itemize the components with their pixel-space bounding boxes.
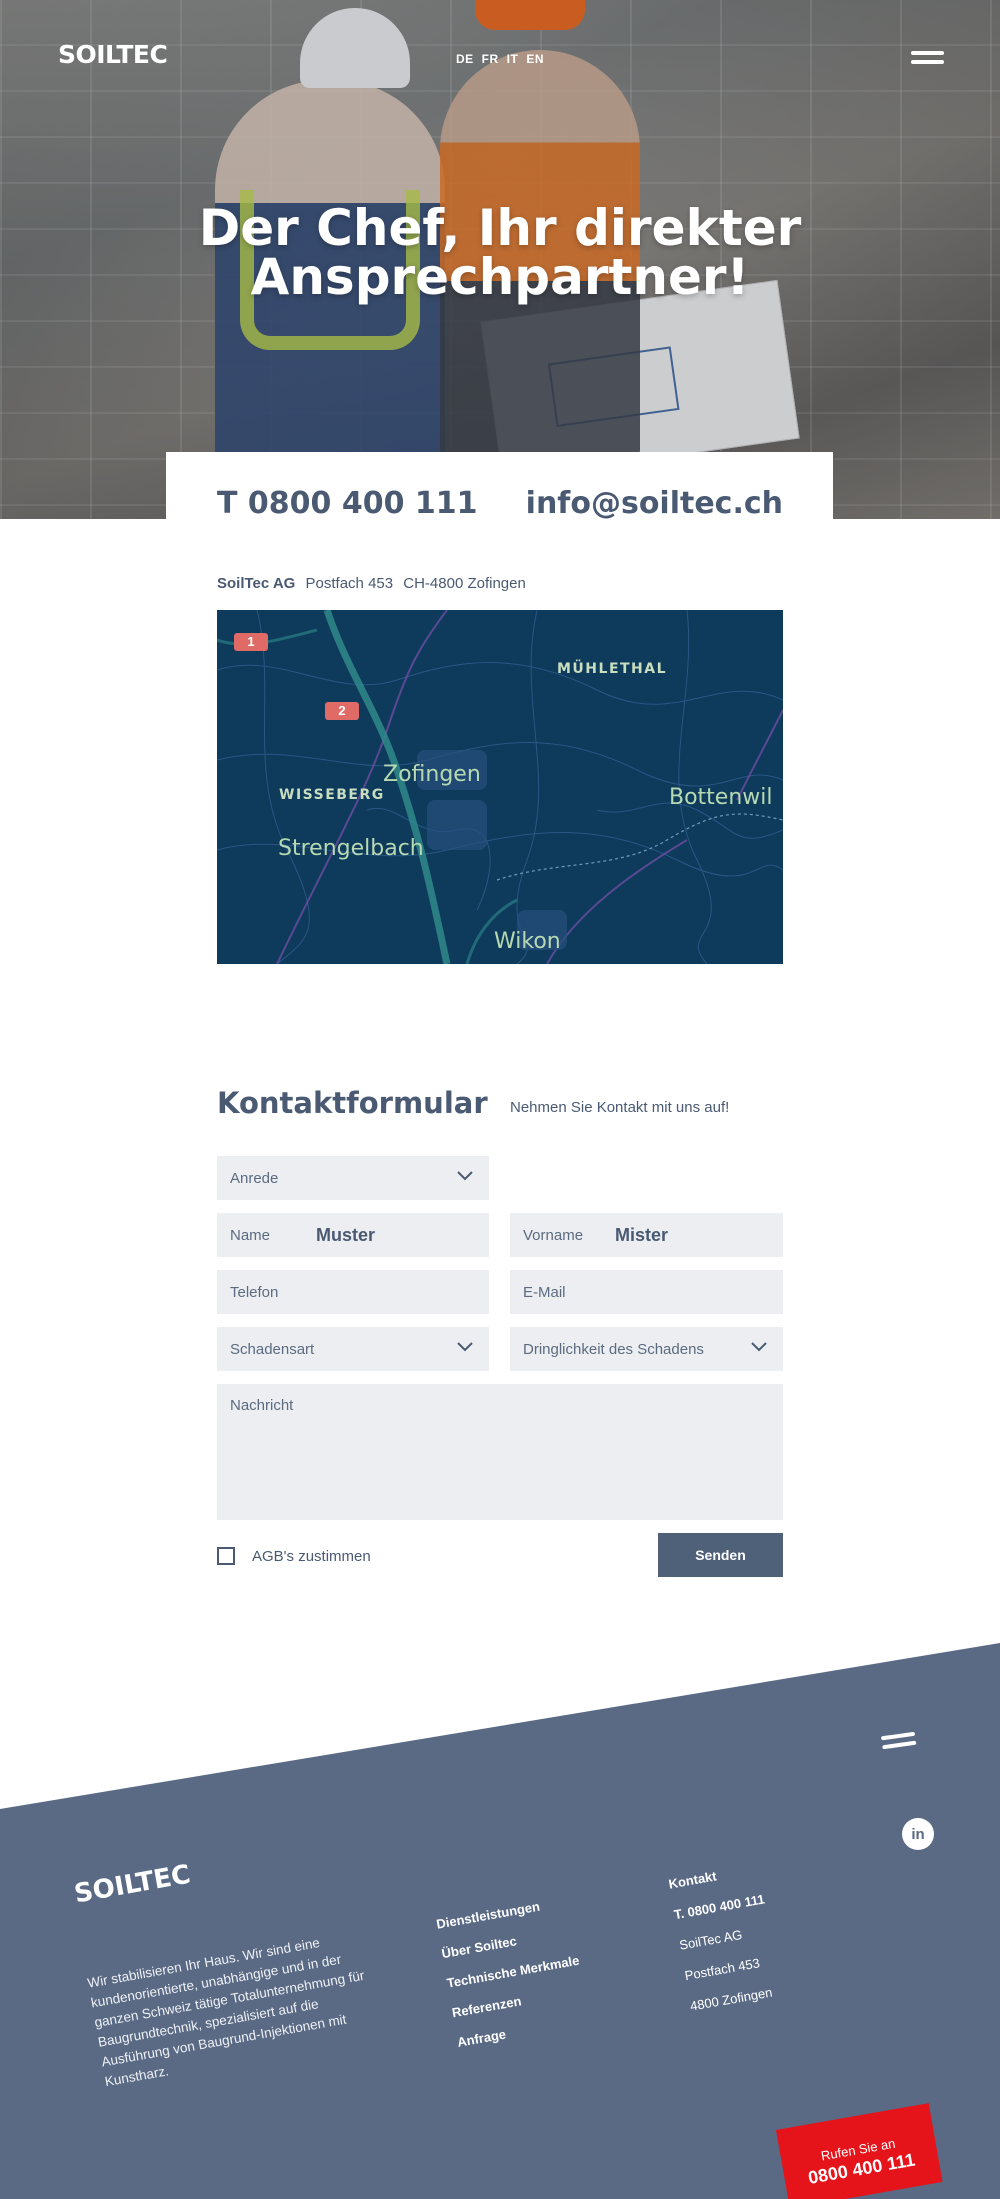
- name-field[interactable]: Name Muster: [217, 1213, 489, 1257]
- map-label-zofingen: Zofingen: [383, 762, 481, 787]
- map-label-muehlethal: MÜHLETHAL: [557, 661, 668, 677]
- language-switcher: DE FR IT EN: [456, 52, 544, 66]
- schadensart-select[interactable]: Schadensart: [217, 1327, 489, 1371]
- menu-icon[interactable]: [911, 51, 944, 67]
- agb-label: AGB's zustimmen: [252, 1547, 371, 1565]
- agb-checkbox[interactable]: [217, 1547, 235, 1565]
- vorname-value: Mister: [615, 1224, 669, 1245]
- lang-it[interactable]: IT: [507, 52, 519, 66]
- nachricht-textarea[interactable]: Nachricht: [217, 1384, 783, 1520]
- company-city: CH-4800 Zofingen: [403, 575, 526, 592]
- vorname-field[interactable]: Vorname Mister: [510, 1213, 783, 1257]
- map-pin-1[interactable]: 1: [234, 633, 268, 651]
- hero-title: Der Chef, Ihr direkter Ansprechpartner!: [198, 199, 802, 306]
- contact-email-link[interactable]: info@soiltec.ch: [526, 486, 783, 521]
- map-label-wikon: Wikon: [494, 929, 561, 954]
- lang-de[interactable]: DE: [456, 52, 474, 66]
- form-subtitle: Nehmen Sie Kontakt mit uns auf!: [510, 1099, 730, 1116]
- lang-en[interactable]: EN: [526, 52, 544, 66]
- company-address: SoilTec AG Postfach 453 CH-4800 Zofingen: [217, 575, 526, 592]
- location-map[interactable]: 1 2 MÜHLETHAL Zofingen WISSEBERG Bottenw…: [217, 610, 783, 964]
- company-postbox: Postfach 453: [305, 575, 394, 592]
- agb-checkbox-row[interactable]: AGB's zustimmen: [217, 1547, 371, 1565]
- footer-nav: Dienstleistungen Über Soiltec Technische…: [434, 1887, 592, 2058]
- map-label-strengelbach: Strengelbach: [278, 836, 424, 861]
- map-label-bottenwil: Bottenwil: [669, 785, 773, 810]
- site-logo[interactable]: SOILTEC: [58, 40, 168, 69]
- dringlichkeit-select[interactable]: Dringlichkeit des Schadens: [510, 1327, 783, 1371]
- form-title: Kontaktformular: [217, 1086, 488, 1120]
- lang-fr[interactable]: FR: [482, 52, 499, 66]
- contact-phone-link[interactable]: T 0800 400 111: [217, 486, 478, 521]
- linkedin-icon[interactable]: in: [902, 1818, 934, 1850]
- company-name: SoilTec AG: [217, 575, 296, 592]
- chevron-down-icon: [457, 1171, 473, 1181]
- map-label-wisseberg: WISSEBERG: [279, 787, 385, 803]
- map-pin-2[interactable]: 2: [325, 702, 359, 720]
- email-field[interactable]: E-Mail: [510, 1270, 783, 1314]
- telefon-field[interactable]: Telefon: [217, 1270, 489, 1314]
- name-value: Muster: [316, 1224, 376, 1245]
- anrede-select[interactable]: Anrede: [217, 1156, 489, 1200]
- chevron-down-icon: [457, 1342, 473, 1352]
- chevron-down-icon: [751, 1342, 767, 1352]
- send-button[interactable]: Senden: [658, 1533, 783, 1577]
